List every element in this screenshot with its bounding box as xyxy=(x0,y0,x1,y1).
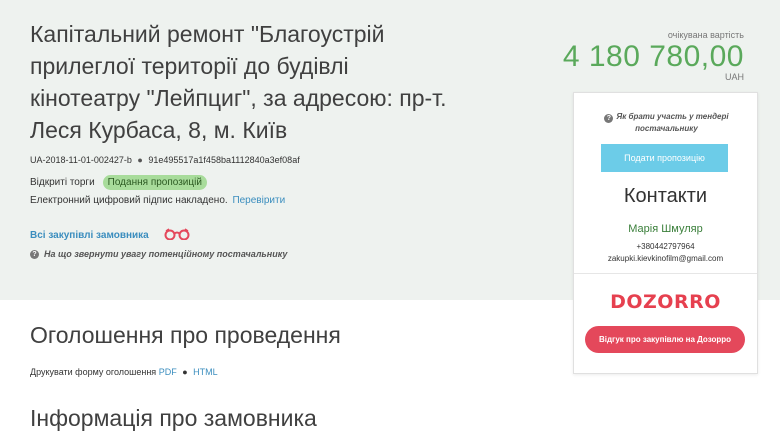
all-purchases-row: Всі закупівлі замовника xyxy=(30,228,191,243)
how-to-participate-text[interactable]: Як брати участь у тендері постачальнику xyxy=(616,112,728,133)
binoculars-icon[interactable] xyxy=(163,228,191,243)
all-purchases-link[interactable]: Всі закупівлі замовника xyxy=(30,230,149,241)
contact-phone: +380442797964 xyxy=(636,242,695,251)
submit-proposal-button[interactable]: Подати пропозицію xyxy=(601,144,728,172)
verify-signature-link[interactable]: Перевірити xyxy=(232,195,285,206)
sidebar-card: ? Як брати участь у тендері постачальнику… xyxy=(573,92,758,374)
print-form-row: Друкувати форму оголошення PDF ● HTML xyxy=(30,367,218,377)
contact-email: zakupki.kievkinofilm@gmail.com xyxy=(607,254,724,263)
procedure-type: Відкриті торги xyxy=(30,177,95,188)
expected-value-label: очікувана вартість xyxy=(667,30,744,40)
signature-text: Електронний цифровий підпис накладено. xyxy=(30,195,228,206)
id-separator: ● xyxy=(137,155,143,165)
dozorro-logo[interactable]: DOZORRO xyxy=(574,291,757,313)
expected-value: 4 180 780,00 xyxy=(562,40,744,73)
print-html-link[interactable]: HTML xyxy=(193,367,218,377)
customer-section-title: Інформація про замовника xyxy=(30,405,317,431)
dozorro-review-button[interactable]: Відгук про закупівлю на Дозорро xyxy=(585,326,745,353)
announcement-section-title: Оголошення про проведення xyxy=(30,322,341,348)
question-circle-icon: ? xyxy=(604,114,614,123)
attention-row[interactable]: ? На що звернути увагу потенційному пост… xyxy=(30,249,287,259)
contacts-title: Контакти xyxy=(623,185,708,207)
print-separator: ● xyxy=(182,367,188,377)
how-to-participate-link[interactable]: ? Як брати участь у тендері постачальнику xyxy=(584,111,749,135)
attention-text[interactable]: На що звернути увагу потенційному постач… xyxy=(44,249,287,259)
status-badge: Подання пропозицій xyxy=(102,175,207,190)
print-pdf-link[interactable]: PDF xyxy=(159,367,177,377)
tender-hash: 91e495517a1f458ba1112840a3ef08af xyxy=(148,155,300,165)
status-row: Відкриті торги Подання пропозицій xyxy=(30,175,207,190)
expected-currency: UAH xyxy=(724,72,744,82)
print-form-text: Друкувати форму оголошення xyxy=(30,367,157,377)
divider xyxy=(574,273,757,274)
tender-id: UA-2018-11-01-002427-b xyxy=(30,155,132,165)
tender-identifiers: UA-2018-11-01-002427-b ● 91e495517a1f458… xyxy=(30,155,300,165)
tender-title: Капітальний ремонт "Благоустрій прилегло… xyxy=(30,21,447,143)
signature-row: Електронний цифровий підпис накладено. П… xyxy=(30,195,285,206)
question-circle-icon: ? xyxy=(30,249,39,259)
contact-name: Марія Шмуляр xyxy=(628,223,703,235)
